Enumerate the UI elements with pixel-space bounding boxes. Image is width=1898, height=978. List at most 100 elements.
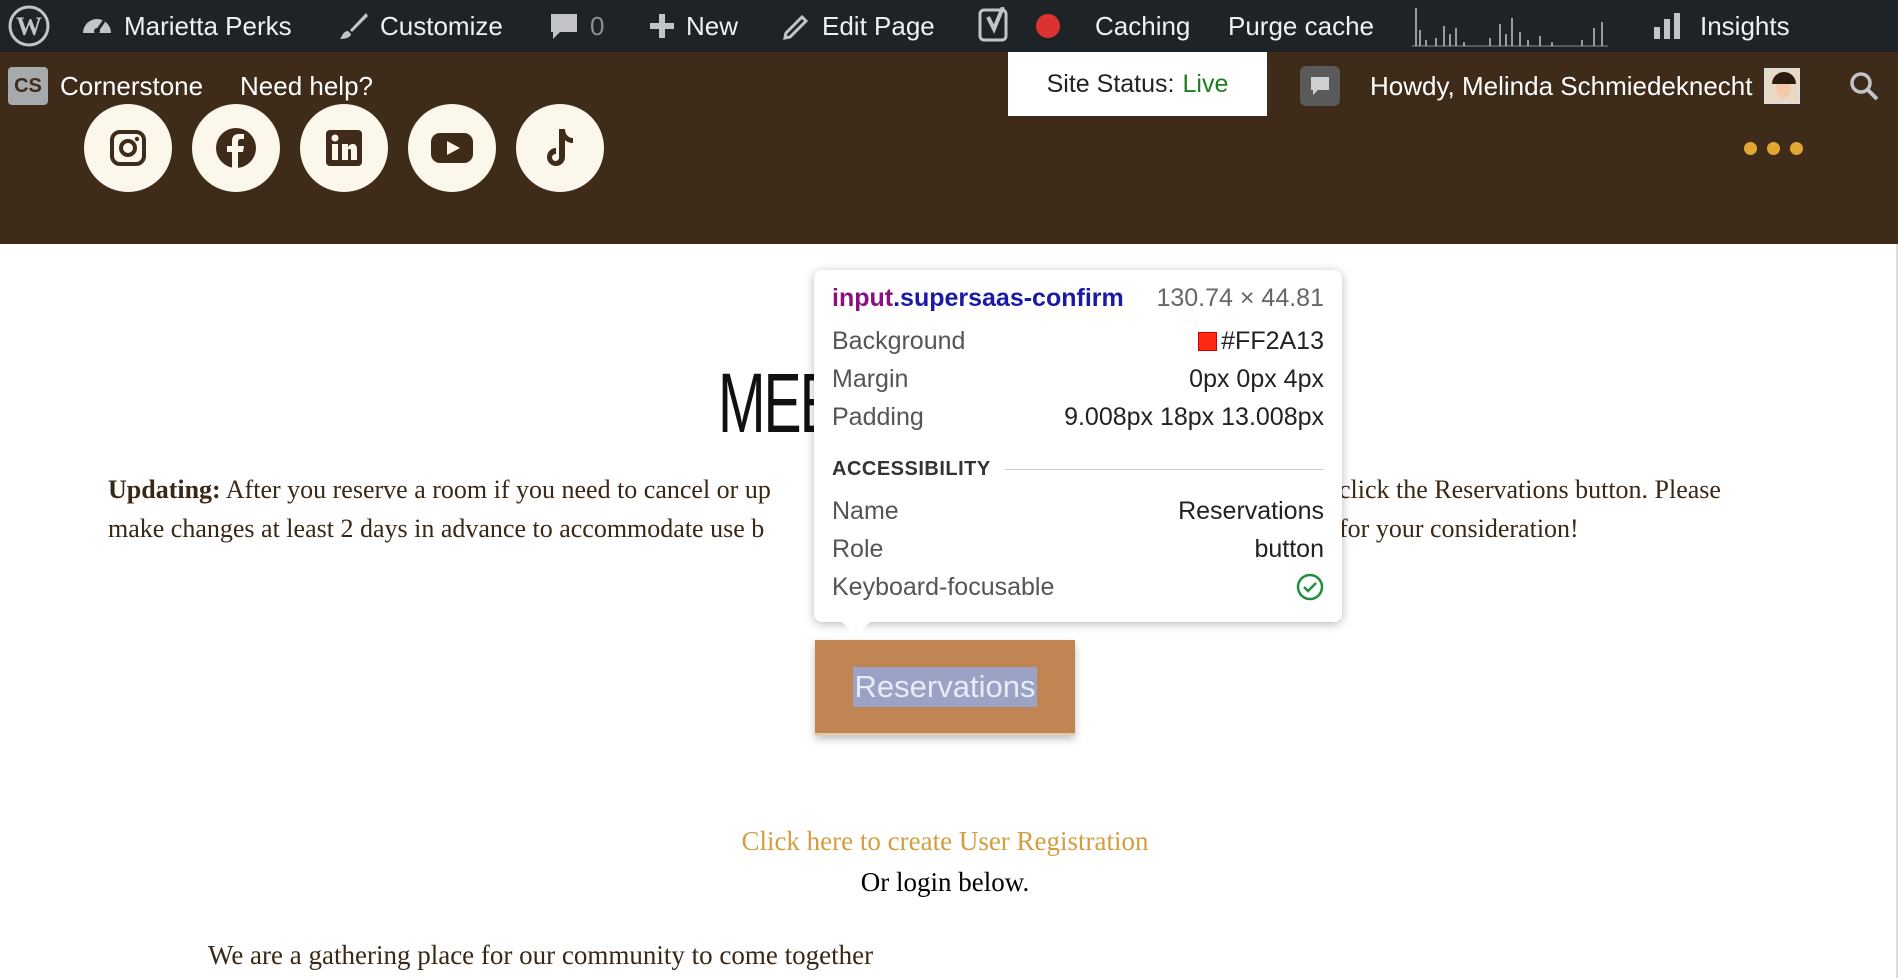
dot-icon — [1767, 141, 1780, 155]
yoast-menu[interactable] — [978, 0, 1060, 52]
caching-label: Caching — [1095, 10, 1191, 41]
tooltip-keyboard-row: Keyboard-focusable — [832, 570, 1324, 604]
tiktok-link[interactable] — [516, 104, 604, 192]
site-status-value: Live — [1182, 69, 1229, 98]
or-login-text: Or login below. — [860, 867, 1030, 897]
tiktok-icon — [547, 129, 573, 166]
edit-page-link[interactable]: Edit Page — [782, 0, 935, 52]
need-help-link[interactable]: Need help? — [240, 64, 373, 108]
accessibility-heading: ACCESSIBILITY — [832, 458, 1324, 481]
plus-icon — [650, 14, 674, 38]
tooltip-selector-row: input.supersaas-confirm 130.74 × 44.81 — [832, 281, 1324, 315]
devtools-inspect-tooltip: input.supersaas-confirm 130.74 × 44.81 B… — [814, 270, 1342, 636]
notice-line-2-left: make changes at least 2 days in advance … — [108, 514, 765, 543]
notice-line-1-right: click the Reservations button. Please — [1339, 475, 1721, 504]
margin-value: 0px 0px 4px — [1189, 364, 1324, 393]
edit-page-label: Edit Page — [822, 10, 935, 41]
notifications-button[interactable] — [1300, 66, 1340, 106]
avatar-hair-icon — [1772, 72, 1797, 84]
reservations-label: Reservations — [852, 666, 1038, 707]
background-label: Background — [832, 326, 966, 355]
cornerstone-home-link[interactable]: CS Cornerstone — [8, 64, 203, 108]
need-help-label: Need help? — [240, 70, 373, 101]
facebook-link[interactable] — [192, 104, 280, 192]
site-status-label: Site Status: — [1046, 69, 1175, 98]
new-content-menu[interactable]: New — [648, 0, 738, 52]
gathering-text: We are a gathering place for our communi… — [208, 940, 874, 970]
tooltip-name-row: Name Reservations — [832, 494, 1324, 528]
caching-menu[interactable]: Caching — [1095, 0, 1190, 52]
site-name: Marietta Perks — [124, 10, 292, 41]
instagram-link[interactable] — [84, 104, 172, 192]
wordpress-logo-icon[interactable]: W — [8, 0, 50, 52]
tooltip-margin-row: Margin 0px 0px 4px — [832, 362, 1324, 396]
linkedin-link[interactable] — [300, 104, 388, 192]
tooltip-tag: input — [832, 283, 894, 312]
tooltip-selector: input.supersaas-confirm — [832, 284, 1124, 313]
insights-menu[interactable]: Insights — [1652, 0, 1790, 52]
padding-value: 9.008px 18px 13.008px — [1064, 402, 1324, 431]
message-icon — [1311, 77, 1329, 95]
youtube-link[interactable] — [408, 104, 496, 192]
purge-cache-button[interactable]: Purge cache — [1228, 0, 1374, 52]
wp-admin-bar: W Marietta Perks Customize 0 New Edit Pa… — [0, 0, 1898, 52]
linkedin-icon — [326, 130, 362, 166]
updating-label: Updating: — [108, 475, 221, 504]
site-status-indicator[interactable]: Site Status: Live — [1008, 52, 1267, 116]
cornerstone-brand: Cornerstone — [60, 70, 204, 101]
reservations-button[interactable]: Reservations — [815, 640, 1075, 735]
checkmark-icon — [1296, 573, 1324, 601]
accessibility-label: ACCESSIBILITY — [832, 458, 991, 480]
user-account-menu[interactable]: Howdy, Melinda Schmiedeknecht — [1370, 64, 1801, 108]
cornerstone-logo-icon: CS — [8, 67, 48, 105]
search-icon — [1850, 72, 1879, 101]
role-value: button — [1254, 534, 1324, 563]
insights-label: Insights — [1700, 10, 1790, 41]
facebook-icon — [216, 128, 256, 168]
pencil-icon — [783, 14, 809, 40]
traffic-graph-icon — [1412, 8, 1608, 47]
yoast-icon — [978, 7, 1008, 42]
user-registration-label: Click here to create User Registration — [741, 826, 1149, 856]
role-label: Role — [832, 534, 884, 563]
tooltip-arrow — [842, 622, 870, 636]
search-button[interactable] — [1848, 66, 1880, 106]
name-label: Name — [832, 496, 899, 525]
brush-icon — [340, 13, 368, 39]
tooltip-size: 130.74 × 44.81 — [1156, 283, 1324, 312]
instagram-icon — [110, 130, 146, 166]
tooltip-role-row: Role button — [832, 532, 1324, 566]
more-menu-button[interactable] — [1744, 138, 1803, 158]
site-header: CS Cornerstone Need help? Howdy, Melinda… — [0, 52, 1898, 244]
purge-cache-label: Purge cache — [1228, 10, 1374, 41]
bar-chart-icon — [1654, 13, 1680, 39]
new-label: New — [686, 10, 739, 41]
notice-line-1-left: After you reserve a room if you need to … — [225, 475, 771, 504]
page: W Marietta Perks Customize 0 New Edit Pa… — [0, 0, 1898, 978]
tooltip-padding-row: Padding 9.008px 18px 13.008px — [832, 400, 1324, 434]
site-name-menu[interactable]: Marietta Perks — [80, 0, 292, 52]
divider — [1004, 469, 1324, 470]
padding-label: Padding — [832, 402, 924, 431]
comments-link[interactable]: 0 — [548, 0, 604, 52]
margin-label: Margin — [832, 364, 909, 393]
dot-icon — [1744, 141, 1757, 155]
customize-label: Customize — [380, 10, 503, 41]
customize-link[interactable]: Customize — [338, 0, 503, 52]
traffic-sparkline[interactable] — [1412, 0, 1608, 52]
background-value: #FF2A13 — [1221, 326, 1324, 355]
keyboard-focusable-label: Keyboard-focusable — [832, 572, 1055, 601]
background-value-wrap: #FF2A13 — [1198, 327, 1324, 356]
dashboard-icon — [83, 19, 111, 34]
seo-status-dot-icon — [1036, 14, 1060, 38]
youtube-icon — [431, 133, 473, 163]
color-swatch-icon — [1198, 331, 1218, 351]
howdy-text: Howdy, Melinda Schmiedeknecht — [1370, 70, 1753, 101]
tooltip-background-row: Background #FF2A13 — [832, 324, 1324, 358]
notice-line-2-right: for your consideration! — [1339, 514, 1579, 543]
comment-icon — [551, 14, 577, 39]
tooltip-class: .supersaas-confirm — [893, 283, 1124, 312]
svg-text:W: W — [16, 12, 42, 41]
avatar — [1764, 68, 1801, 104]
user-registration-link[interactable]: Click here to create User Registration — [0, 826, 1890, 857]
